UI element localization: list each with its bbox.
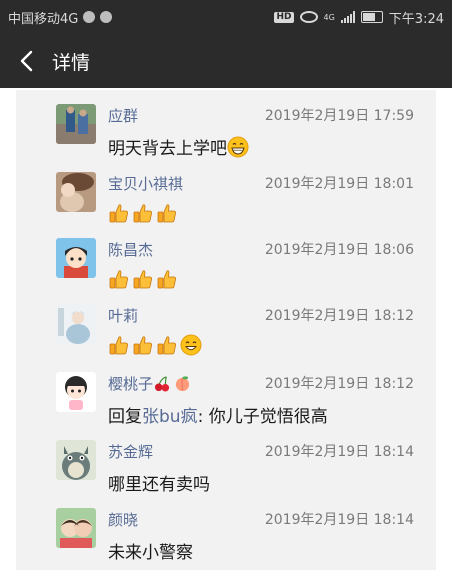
avatar[interactable] — [56, 172, 96, 212]
avatar[interactable] — [56, 508, 96, 548]
thumbs-up-emoji — [109, 204, 128, 223]
thumbs-up-emoji — [133, 204, 152, 223]
notification-icon — [100, 11, 113, 23]
commenter-name[interactable]: 苏金辉 — [108, 441, 153, 462]
page-title: 详情 — [52, 51, 91, 74]
back-button[interactable] — [4, 34, 48, 88]
avatar[interactable] — [56, 304, 96, 344]
comment-item: 宝贝小祺祺 2019年2月19日 18:01 — [16, 172, 436, 236]
status-right: HD 4G 下午3:24 — [274, 8, 444, 27]
thumbs-up-emoji — [157, 204, 176, 223]
commenter-name[interactable]: 樱桃子 — [108, 373, 193, 394]
comment-time: 2019年2月19日 18:01 — [264, 176, 414, 192]
comment-item: 苏金辉 2019年2月19日 18:14 哪里还有卖吗 — [16, 440, 436, 504]
peach-emoji — [175, 376, 190, 392]
carrier-label: 中国移动4G — [8, 11, 79, 27]
comment-text — [108, 202, 180, 224]
nav-bar: 详情 — [0, 34, 452, 88]
commenter-name[interactable]: 叶莉 — [108, 305, 138, 326]
comment-time: 2019年2月19日 18:12 — [264, 308, 414, 324]
comment-text: 未来小警察 — [108, 538, 193, 563]
comment-item: 叶莉 2019年2月19日 18:12 — [16, 304, 436, 368]
clock: 下午3:24 — [388, 11, 444, 27]
comment-item: 陈昌杰 2019年2月19日 18:06 — [16, 238, 436, 302]
commenter-name[interactable]: 颜晓 — [108, 509, 138, 530]
avatar[interactable] — [56, 372, 96, 412]
reply-prefix: 回复 — [108, 407, 142, 427]
battery-icon — [360, 11, 383, 23]
comment-item: 颜晓 2019年2月19日 18:14 未来小警察 — [16, 508, 436, 570]
comment-text: 哪里还有卖吗 — [108, 470, 210, 495]
comment-text — [108, 334, 204, 356]
commenter-name-text: 樱桃子 — [108, 375, 154, 393]
commenter-name[interactable]: 应群 — [108, 105, 138, 126]
signal-icon — [340, 11, 355, 23]
grin-emoji — [227, 136, 249, 157]
comment-time: 2019年2月19日 18:12 — [264, 376, 414, 392]
comment-item: 樱桃子 2019年2月19日 18:12 回复 张bu疯: 你儿子觉悟很高 — [16, 372, 436, 436]
comment-text: 明天背去上学吧 — [108, 134, 251, 159]
thumbs-up-emoji — [109, 336, 128, 355]
comment-text — [108, 268, 180, 290]
cherries-emoji — [154, 376, 170, 392]
hd-icon: HD — [274, 11, 294, 23]
comment-time: 2019年2月19日 18:14 — [264, 444, 414, 460]
thumbs-up-emoji — [157, 336, 176, 355]
comment-text-content: 哪里还有卖吗 — [108, 475, 210, 495]
comment-text-content: 未来小警察 — [108, 543, 193, 563]
comment-item: 应群 2019年2月19日 17:59 明天背去上学吧 — [16, 104, 436, 168]
comment-text-content: 明天背去上学吧 — [108, 139, 227, 159]
wechat-icon — [83, 11, 96, 23]
comment-text: 回复 张bu疯: 你儿子觉悟很高 — [108, 402, 328, 427]
comment-time: 2019年2月19日 18:06 — [264, 242, 414, 258]
chevron-left-icon — [20, 50, 33, 72]
comment-text-content: : 你儿子觉悟很高 — [197, 407, 328, 427]
status-bar: 中国移动4G HD 4G 下午3:24 — [0, 0, 452, 34]
reply-mention[interactable]: 张bu疯 — [142, 402, 198, 427]
comment-time: 2019年2月19日 18:14 — [264, 512, 414, 528]
commenter-name[interactable]: 宝贝小祺祺 — [108, 173, 183, 194]
thumbs-up-emoji — [133, 336, 152, 355]
comments-panel: 应群 2019年2月19日 17:59 明天背去上学吧 宝贝小祺祺 2019年2… — [16, 90, 436, 570]
avatar[interactable] — [56, 104, 96, 144]
avatar[interactable] — [56, 238, 96, 278]
thumbs-up-emoji — [109, 270, 128, 289]
commenter-name[interactable]: 陈昌杰 — [108, 239, 153, 260]
smile-emoji — [180, 334, 202, 356]
comment-time: 2019年2月19日 17:59 — [264, 108, 414, 124]
thumbs-up-emoji — [157, 270, 176, 289]
avatar[interactable] — [56, 440, 96, 480]
eye-icon — [299, 11, 318, 23]
thumbs-up-emoji — [133, 270, 152, 289]
status-left: 中国移动4G — [8, 8, 113, 27]
network-label: 4G — [323, 12, 335, 22]
